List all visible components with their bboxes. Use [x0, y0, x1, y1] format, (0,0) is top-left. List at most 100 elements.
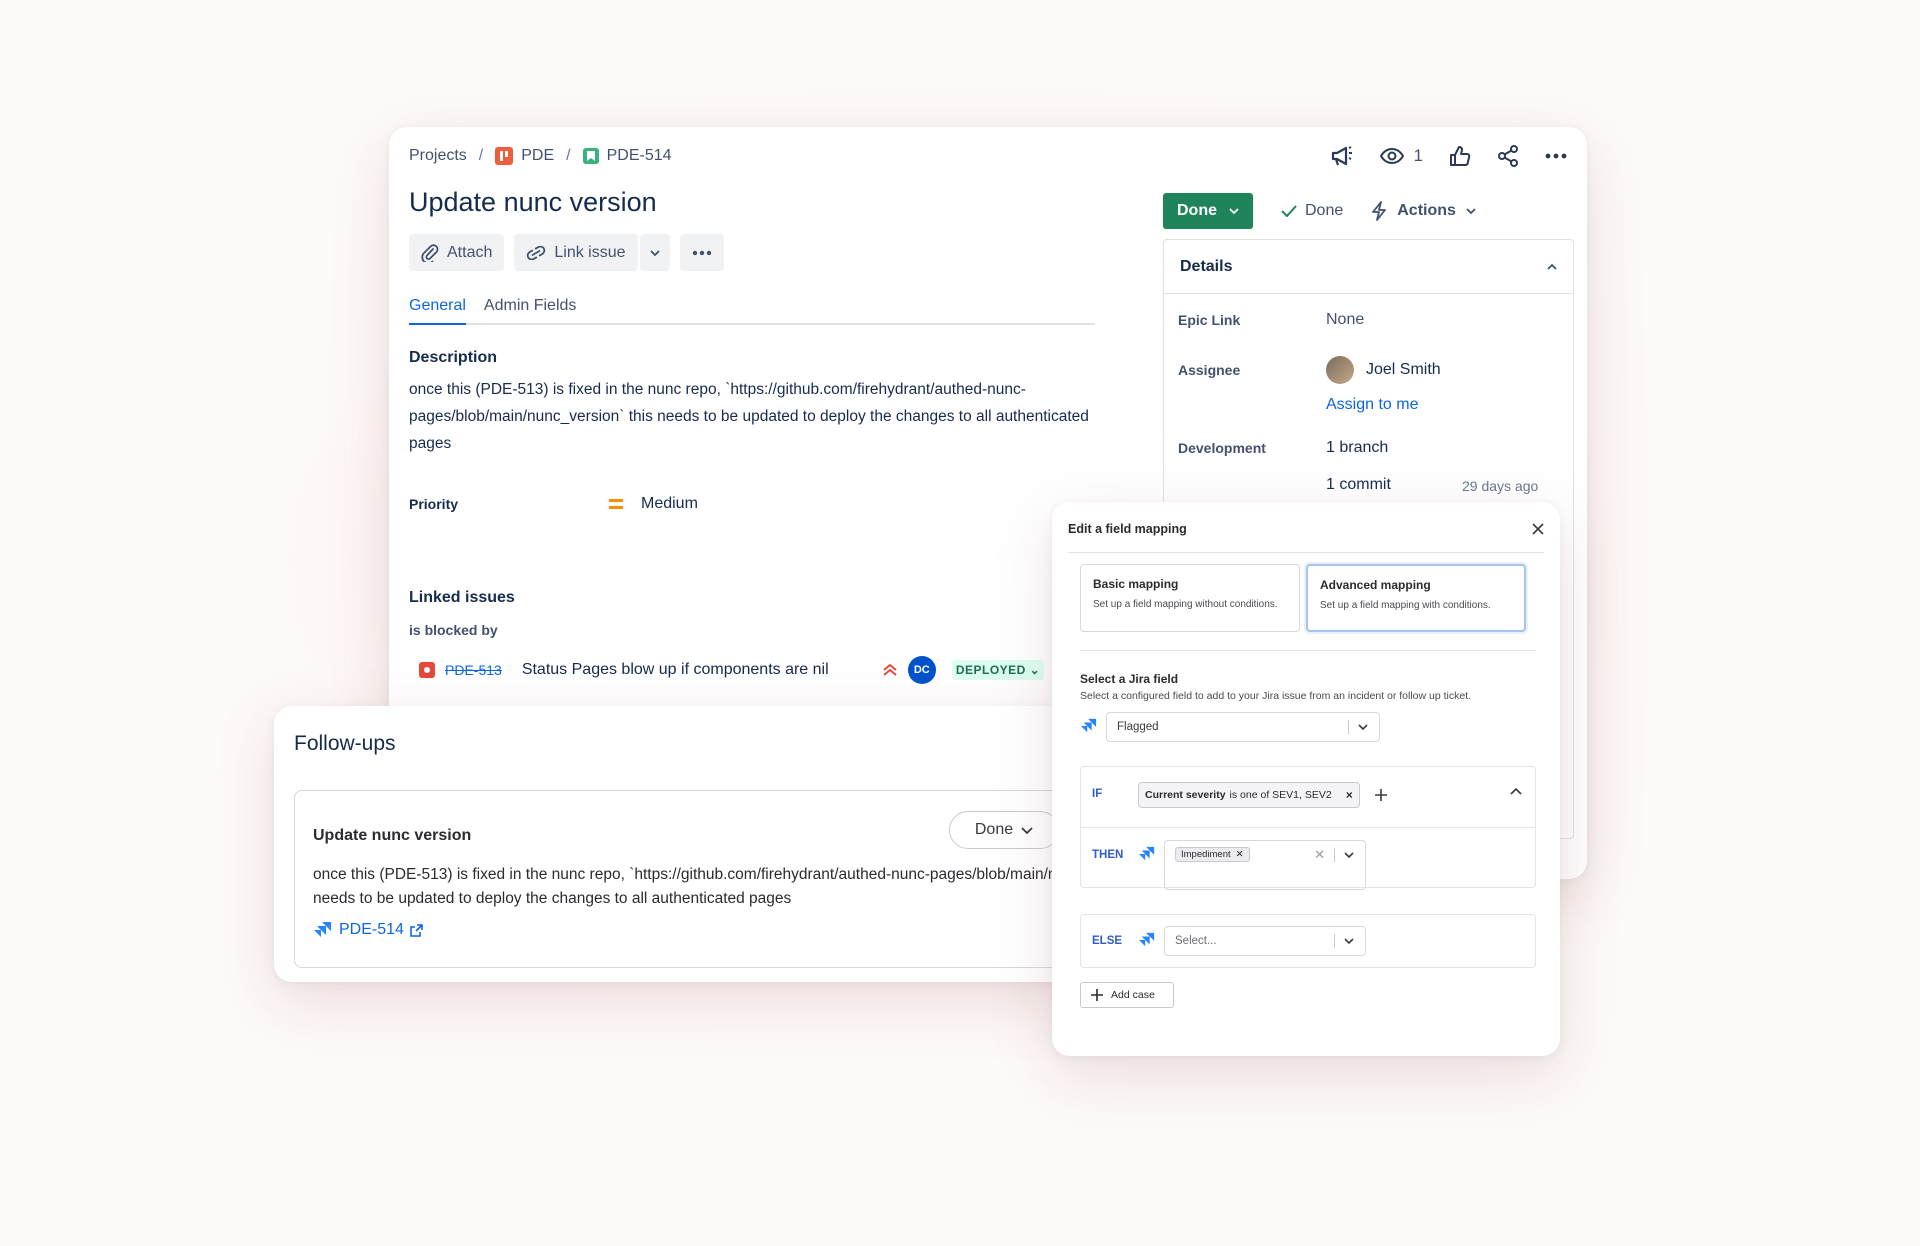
- project-icon: [495, 147, 514, 165]
- linked-issues-heading: Linked issues: [409, 589, 515, 606]
- more-toolbar-button[interactable]: [679, 234, 724, 271]
- option-description: Set up a field mapping with conditions.: [1320, 600, 1491, 611]
- assignee-label: Assignee: [1178, 362, 1241, 378]
- description-text[interactable]: once this (PDE-513) is fixed in the nunc…: [409, 376, 1099, 457]
- status-button-label: Done: [1177, 202, 1217, 219]
- followup-jira-link[interactable]: PDE-514: [313, 921, 423, 939]
- issue-tabs: General Admin Fields: [409, 297, 1095, 325]
- basic-mapping-option[interactable]: Basic mapping Set up a field mapping wit…: [1080, 564, 1300, 632]
- select-separator: [1334, 934, 1335, 948]
- condition-chip[interactable]: Current severity is one of SEV1, SEV2 ×: [1138, 782, 1360, 808]
- option-description: Set up a field mapping without condition…: [1093, 599, 1278, 610]
- more-options-icon: [692, 250, 711, 255]
- breadcrumb: Projects / PDE / PDE-514: [409, 147, 672, 165]
- jira-field-select[interactable]: Flagged: [1106, 712, 1380, 742]
- advanced-mapping-option[interactable]: Advanced mapping Set up a field mapping …: [1306, 564, 1526, 632]
- status-badge[interactable]: DEPLOYED ⌄: [951, 660, 1045, 680]
- priority-value[interactable]: Medium: [609, 495, 698, 513]
- tab-admin-fields[interactable]: Admin Fields: [484, 297, 576, 323]
- option-title: Advanced mapping: [1320, 578, 1431, 592]
- jira-icon: [1139, 932, 1155, 947]
- status-row: Done Done Actions: [1163, 193, 1476, 229]
- add-condition-icon[interactable]: [1374, 788, 1388, 802]
- chevron-down-icon: [1021, 826, 1033, 834]
- breadcrumb-project[interactable]: PDE: [521, 147, 554, 165]
- remove-condition-icon[interactable]: ×: [1346, 788, 1353, 802]
- followup-item[interactable]: Update nunc version Done once this (PDE-…: [294, 790, 1094, 968]
- tab-general[interactable]: General: [409, 297, 466, 325]
- assignee-value[interactable]: Joel Smith: [1326, 356, 1441, 384]
- selected-tag[interactable]: Impediment ✕: [1175, 847, 1250, 862]
- link-issue-dropdown[interactable]: [639, 234, 670, 271]
- issue-top-actions: 1: [1330, 145, 1567, 167]
- link-issue-button[interactable]: Link issue: [514, 234, 638, 271]
- linked-issue-row[interactable]: PDE-513 Status Pages blow up if componen…: [409, 655, 1059, 685]
- bug-icon: [419, 662, 435, 678]
- close-icon[interactable]: [1532, 523, 1544, 535]
- breadcrumb-projects[interactable]: Projects: [409, 147, 467, 165]
- actions-label: Actions: [1397, 202, 1456, 219]
- issue-title[interactable]: Update nunc version: [409, 187, 657, 218]
- megaphone-icon[interactable]: [1330, 145, 1354, 167]
- select-separator: [1334, 848, 1335, 862]
- actions-button[interactable]: Actions: [1371, 201, 1476, 221]
- divider: [1081, 827, 1535, 828]
- followup-title: Update nunc version: [313, 827, 472, 844]
- chevron-down-icon: [1344, 938, 1354, 945]
- followups-title: Follow-ups: [294, 732, 396, 755]
- add-case-label: Add case: [1111, 989, 1155, 1001]
- else-placeholder: Select...: [1175, 935, 1217, 947]
- attach-button[interactable]: Attach: [409, 234, 505, 271]
- jira-icon: [1139, 846, 1155, 861]
- chevron-down-icon: [1229, 208, 1239, 214]
- condition-field: Current severity: [1145, 789, 1226, 801]
- assign-to-me-link[interactable]: Assign to me: [1326, 396, 1418, 414]
- watch-button[interactable]: 1: [1379, 146, 1423, 166]
- epic-link-value[interactable]: None: [1326, 311, 1364, 329]
- followup-status-select[interactable]: Done: [949, 811, 1059, 849]
- issue-toolbar: Attach Link issue: [409, 234, 724, 271]
- status-badge-label: DEPLOYED: [955, 663, 1026, 677]
- followup-description: once this (PDE-513) is fixed in the nunc…: [313, 863, 1094, 911]
- details-header[interactable]: Details: [1164, 240, 1573, 294]
- link-issue-group: Link issue: [514, 234, 670, 271]
- epic-link-label: Epic Link: [1178, 312, 1241, 328]
- attach-label: Attach: [447, 243, 493, 261]
- linked-issue-key[interactable]: PDE-513: [445, 662, 502, 678]
- thumbs-up-icon[interactable]: [1449, 145, 1471, 167]
- option-title: Basic mapping: [1093, 577, 1179, 591]
- link-issue-label: Link issue: [554, 243, 626, 261]
- else-value-select[interactable]: Select...: [1164, 926, 1366, 956]
- jira-field-value: Flagged: [1117, 721, 1159, 733]
- divider: [1080, 650, 1536, 651]
- breadcrumb-issue-key[interactable]: PDE-514: [607, 147, 672, 165]
- modal-title: Edit a field mapping: [1068, 522, 1187, 536]
- select-separator: [1348, 720, 1349, 734]
- avatar[interactable]: DC: [907, 656, 936, 684]
- then-value-select[interactable]: Impediment ✕ ✕: [1164, 840, 1366, 890]
- jira-icon: [314, 922, 331, 937]
- development-commit[interactable]: 1 commit: [1326, 476, 1391, 494]
- assignee-name: Joel Smith: [1366, 361, 1441, 379]
- linked-issue-summary[interactable]: Status Pages blow up if components are n…: [522, 661, 882, 679]
- lightning-icon: [1372, 201, 1387, 221]
- plus-icon: [1091, 989, 1103, 1001]
- clear-icon[interactable]: ✕: [1314, 847, 1325, 863]
- paperclip-icon: [421, 243, 439, 262]
- development-branch[interactable]: 1 branch: [1326, 439, 1388, 457]
- priority-field: Priority Medium: [409, 495, 698, 513]
- avatar: [1326, 356, 1354, 384]
- remove-tag-icon[interactable]: ✕: [1236, 849, 1244, 860]
- field-mapping-modal: Edit a field mapping Basic mapping Set u…: [1052, 502, 1560, 1056]
- breadcrumb-separator: /: [478, 147, 484, 164]
- more-options-icon[interactable]: [1545, 153, 1567, 159]
- add-case-button[interactable]: Add case: [1080, 982, 1174, 1008]
- status-transition-button[interactable]: Done: [1163, 193, 1253, 229]
- jira-field-help: Select a configured field to add to your…: [1080, 690, 1472, 702]
- chevron-up-icon: [1547, 263, 1557, 270]
- share-icon[interactable]: [1497, 145, 1519, 167]
- chevron-down-icon: [1344, 852, 1354, 859]
- chevron-up-icon[interactable]: [1510, 788, 1522, 795]
- resolution-status: Done: [1281, 202, 1343, 220]
- if-keyword: IF: [1092, 788, 1103, 800]
